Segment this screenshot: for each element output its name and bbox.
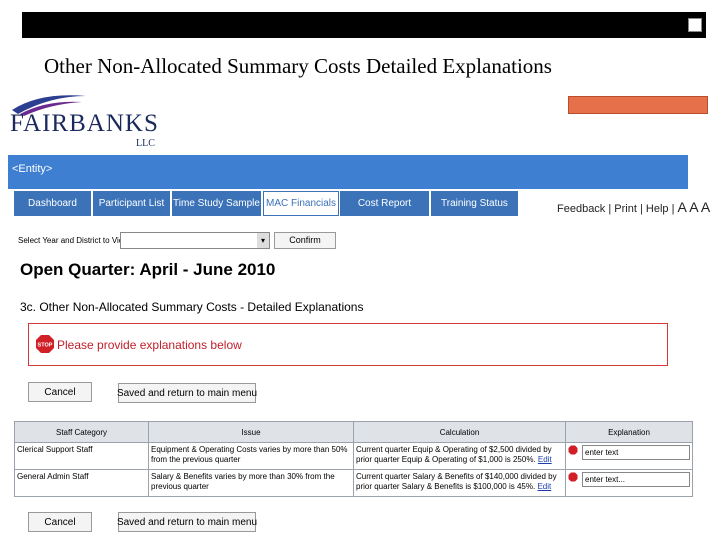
- cell-explanation: enter text...: [565, 469, 693, 497]
- table-header-row: Staff Category Issue Calculation Explana…: [14, 421, 693, 443]
- save-return-button-bottom[interactable]: Saved and return to main menu: [117, 512, 257, 532]
- tab-time-study-sample[interactable]: Time Study Sample: [172, 191, 262, 216]
- edit-link[interactable]: Edit: [537, 482, 551, 491]
- cancel-button-top[interactable]: Cancel: [28, 382, 92, 402]
- header-explanation: Explanation: [565, 421, 693, 443]
- stop-sign-icon: STOP: [36, 335, 54, 353]
- table-row: General Admin Staff Salary & Benefits va…: [14, 469, 693, 497]
- calculation-text: Current quarter Salary & Benefits of $14…: [356, 472, 557, 491]
- dropdown-arrow-icon[interactable]: ▾: [257, 233, 269, 248]
- tab-training-status[interactable]: Training Status: [431, 191, 519, 216]
- entity-bar: <Entity>: [8, 155, 688, 189]
- tab-mac-financials[interactable]: MAC Financials: [263, 191, 339, 216]
- section-title: 3c. Other Non-Allocated Summary Costs - …: [20, 300, 364, 314]
- cell-category: Clerical Support Staff: [14, 442, 149, 470]
- edit-link[interactable]: Edit: [538, 455, 552, 464]
- calculation-text: Current quarter Equip & Operating of $2,…: [356, 445, 552, 464]
- print-link[interactable]: Print: [614, 203, 637, 215]
- slide-corner-box: [688, 18, 702, 32]
- svg-text:STOP: STOP: [38, 343, 53, 349]
- cell-calculation: Current quarter Equip & Operating of $2,…: [353, 442, 566, 470]
- header-issue: Issue: [148, 421, 354, 443]
- header-staff-category: Staff Category: [14, 421, 149, 443]
- confirm-button[interactable]: Confirm: [274, 232, 336, 249]
- cell-explanation: enter text: [565, 442, 693, 470]
- stop-sign-icon: [568, 445, 578, 455]
- fairbanks-logo: FAIRBANKS LLC: [10, 90, 160, 150]
- cancel-button-bottom[interactable]: Cancel: [28, 512, 92, 532]
- slide-title: Other Non-Allocated Summary Costs Detail…: [44, 54, 552, 78]
- alert-message: Please provide explanations below: [57, 338, 242, 352]
- explanation-input[interactable]: enter text...: [582, 472, 690, 487]
- alert-box: STOP Please provide explanations below: [28, 323, 668, 366]
- help-link[interactable]: Help: [646, 203, 669, 215]
- header-accent-box: [568, 96, 708, 114]
- utility-links: Feedback | Print | Help | A A A: [557, 199, 711, 215]
- cell-issue: Equipment & Operating Costs varies by mo…: [148, 442, 354, 470]
- explanation-input[interactable]: enter text: [582, 445, 690, 460]
- cell-calculation: Current quarter Salary & Benefits of $14…: [353, 469, 566, 497]
- cell-issue: Salary & Benefits varies by more than 30…: [148, 469, 354, 497]
- tab-participant-list[interactable]: Participant List: [93, 191, 171, 216]
- font-size-controls[interactable]: A A A: [678, 199, 711, 215]
- save-return-button-top[interactable]: Saved and return to main menu: [117, 383, 257, 403]
- entity-label: <Entity>: [12, 163, 53, 175]
- stop-sign-icon: [568, 472, 578, 482]
- tab-cost-report[interactable]: Cost Report: [340, 191, 430, 216]
- year-district-label: Select Year and District to View: [18, 236, 130, 245]
- open-quarter-title: Open Quarter: April - June 2010: [20, 260, 276, 279]
- logo-suffix: LLC: [136, 138, 155, 149]
- tab-dashboard[interactable]: Dashboard: [14, 191, 92, 216]
- slide-top-bar: [22, 12, 706, 38]
- logo-wordmark: FAIRBANKS: [10, 110, 159, 137]
- header-calculation: Calculation: [353, 421, 566, 443]
- cell-category: General Admin Staff: [14, 469, 149, 497]
- feedback-link[interactable]: Feedback: [557, 203, 605, 215]
- table-row: Clerical Support Staff Equipment & Opera…: [14, 442, 693, 470]
- year-district-select[interactable]: ▾: [120, 232, 270, 249]
- explanations-table: Staff Category Issue Calculation Explana…: [14, 421, 693, 497]
